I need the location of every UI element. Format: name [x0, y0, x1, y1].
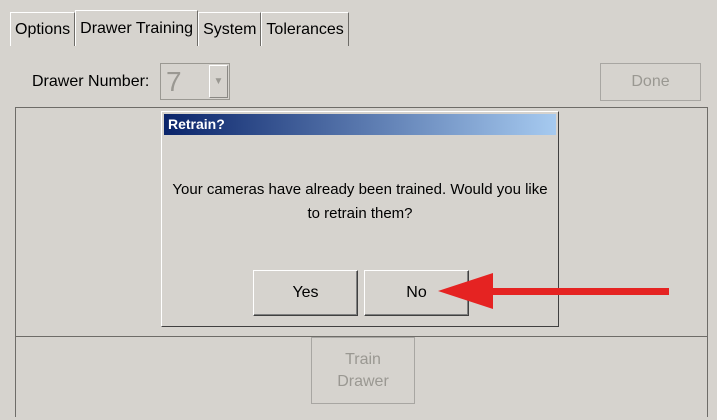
red-arrow-icon: [438, 273, 669, 309]
tab-tolerances[interactable]: Tolerances: [261, 12, 349, 46]
train-drawer-label-line2: Drawer: [337, 372, 389, 390]
drawer-number-value: 7: [166, 66, 182, 97]
tab-system[interactable]: System: [198, 12, 262, 46]
dialog-title-bar[interactable]: Retrain?: [164, 114, 556, 135]
dialog-message: Your cameras have already been trained. …: [172, 181, 548, 222]
drawer-number-select[interactable]: 7 ▼: [160, 63, 230, 100]
done-button[interactable]: Done: [600, 63, 701, 101]
tab-drawer-training[interactable]: Drawer Training: [75, 10, 199, 46]
dropdown-arrow-icon[interactable]: ▼: [209, 65, 228, 98]
drawer-number-label: Drawer Number:: [32, 73, 150, 90]
train-drawer-button[interactable]: Train Drawer: [311, 337, 415, 404]
train-drawer-label-line1: Train: [345, 350, 381, 368]
yes-button[interactable]: Yes: [253, 270, 358, 316]
tab-bar: Options Drawer Training System Tolerance…: [10, 10, 349, 46]
tab-options[interactable]: Options: [10, 12, 76, 46]
